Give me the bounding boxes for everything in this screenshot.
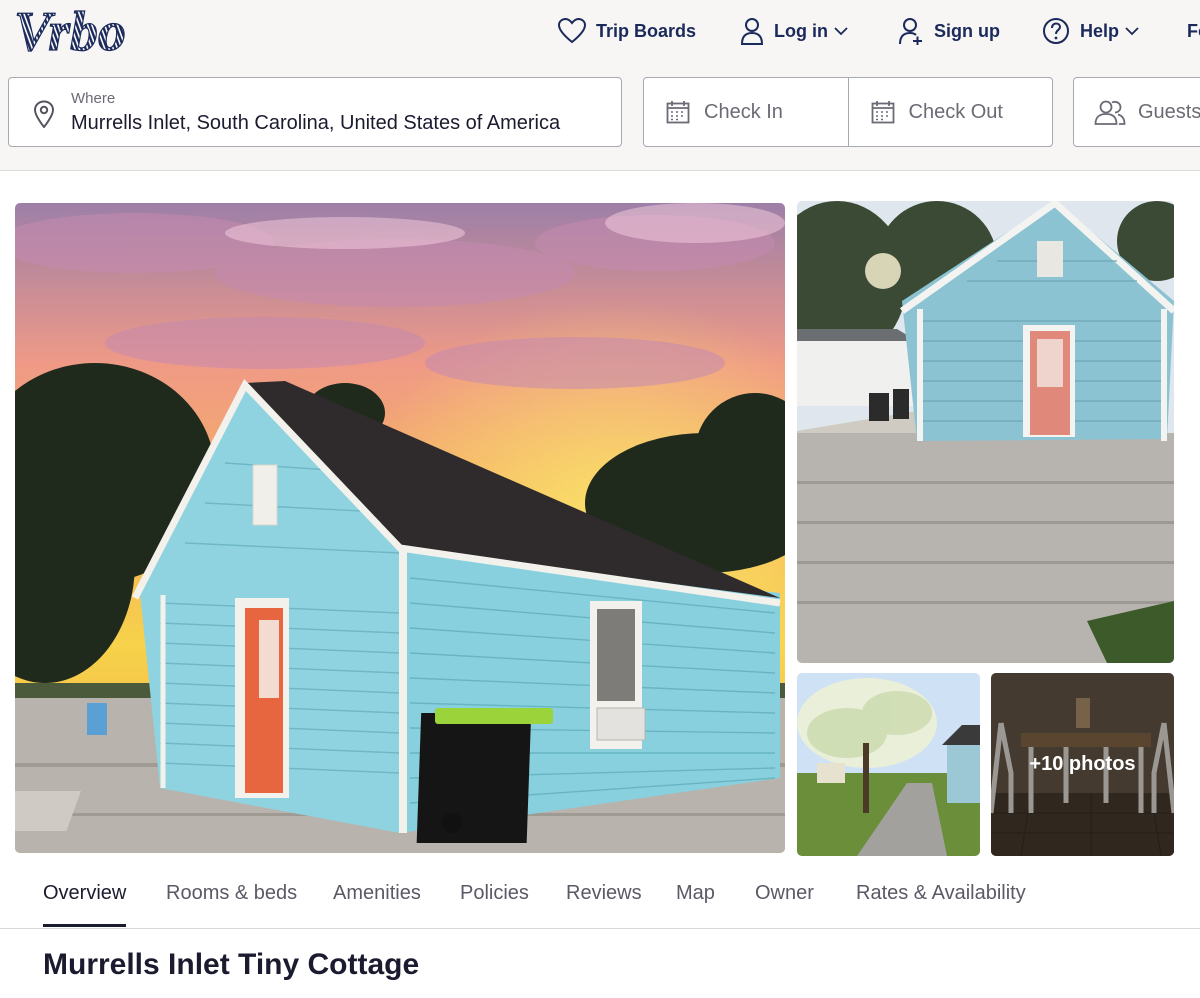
tab-amenities[interactable]: Amenities bbox=[333, 882, 421, 905]
chevron-down-icon bbox=[1125, 27, 1139, 36]
calendar-icon bbox=[871, 101, 894, 124]
thumbnail-photo-more[interactable]: +10 photos bbox=[991, 673, 1174, 856]
vrbo-logo[interactable]: Vrbo bbox=[12, 0, 172, 63]
location-pin-icon bbox=[33, 100, 55, 128]
log-in-label: Log in bbox=[774, 20, 828, 41]
trip-boards-label: Trip Boards bbox=[596, 20, 697, 41]
tab-reviews[interactable]: Reviews bbox=[566, 882, 642, 905]
trip-boards-link[interactable]: Trip Boards bbox=[558, 14, 696, 48]
driveway-tree-image bbox=[797, 673, 980, 856]
calendar-icon bbox=[666, 101, 690, 124]
help-label: Help bbox=[1080, 20, 1120, 41]
tab-policies[interactable]: Policies bbox=[460, 882, 529, 905]
tab-owner[interactable]: Owner bbox=[755, 882, 814, 905]
cottage-sunset-image bbox=[15, 203, 785, 853]
svg-text:Vrbo: Vrbo bbox=[14, 2, 126, 58]
help-menu[interactable]: Help bbox=[1042, 14, 1139, 48]
listing-title: Murrells Inlet Tiny Cottage bbox=[43, 948, 420, 981]
tab-overview[interactable]: Overview bbox=[43, 882, 126, 905]
user-plus-icon bbox=[899, 18, 922, 45]
date-range-field: Check In Check Out bbox=[643, 77, 1053, 147]
heart-icon bbox=[558, 18, 586, 44]
user-icon bbox=[740, 18, 764, 45]
log-in-menu[interactable]: Log in bbox=[740, 14, 848, 48]
cutoff-nav-label: Fo bbox=[1187, 20, 1200, 41]
tab-rooms-beds[interactable]: Rooms & beds bbox=[166, 882, 297, 905]
tab-map[interactable]: Map bbox=[676, 882, 715, 905]
chevron-down-icon bbox=[834, 27, 848, 36]
vrbo-logo-mark: Vrbo bbox=[13, 0, 126, 63]
check-out-field[interactable]: Check Out bbox=[847, 78, 1053, 146]
where-value[interactable]: Murrells Inlet, South Carolina, United S… bbox=[71, 112, 560, 135]
active-tab-indicator bbox=[43, 924, 126, 927]
sign-up-label: Sign up bbox=[934, 20, 1000, 41]
where-field[interactable]: Where Murrells Inlet, South Carolina, Un… bbox=[8, 77, 622, 147]
tab-rates-availability[interactable]: Rates & Availability bbox=[856, 882, 1026, 905]
side-listing-photo[interactable] bbox=[797, 201, 1174, 663]
help-icon bbox=[1043, 18, 1069, 44]
check-out-label: Check Out bbox=[908, 100, 1003, 123]
guests-icon bbox=[1094, 100, 1126, 125]
cutoff-nav-link[interactable]: Fo bbox=[1187, 14, 1200, 48]
more-photos-overlay[interactable]: +10 photos bbox=[991, 673, 1174, 856]
sign-up-link[interactable]: Sign up bbox=[898, 14, 1000, 48]
guests-field[interactable]: Guests bbox=[1073, 77, 1200, 147]
main-listing-photo[interactable] bbox=[15, 203, 785, 853]
listing-tabs: Overview Rooms & beds Amenities Policies… bbox=[0, 870, 1200, 929]
thumbnail-photo-driveway[interactable] bbox=[797, 673, 980, 856]
guests-label: Guests bbox=[1138, 100, 1200, 123]
cottage-daytime-image bbox=[797, 201, 1174, 663]
check-in-label: Check In bbox=[704, 100, 783, 123]
header: Vrbo Trip Boards Log in Sign up Help F W… bbox=[0, 0, 1200, 171]
more-photos-label: +10 photos bbox=[1029, 753, 1136, 775]
check-in-field[interactable]: Check In bbox=[644, 78, 848, 146]
where-label: Where bbox=[71, 90, 116, 107]
